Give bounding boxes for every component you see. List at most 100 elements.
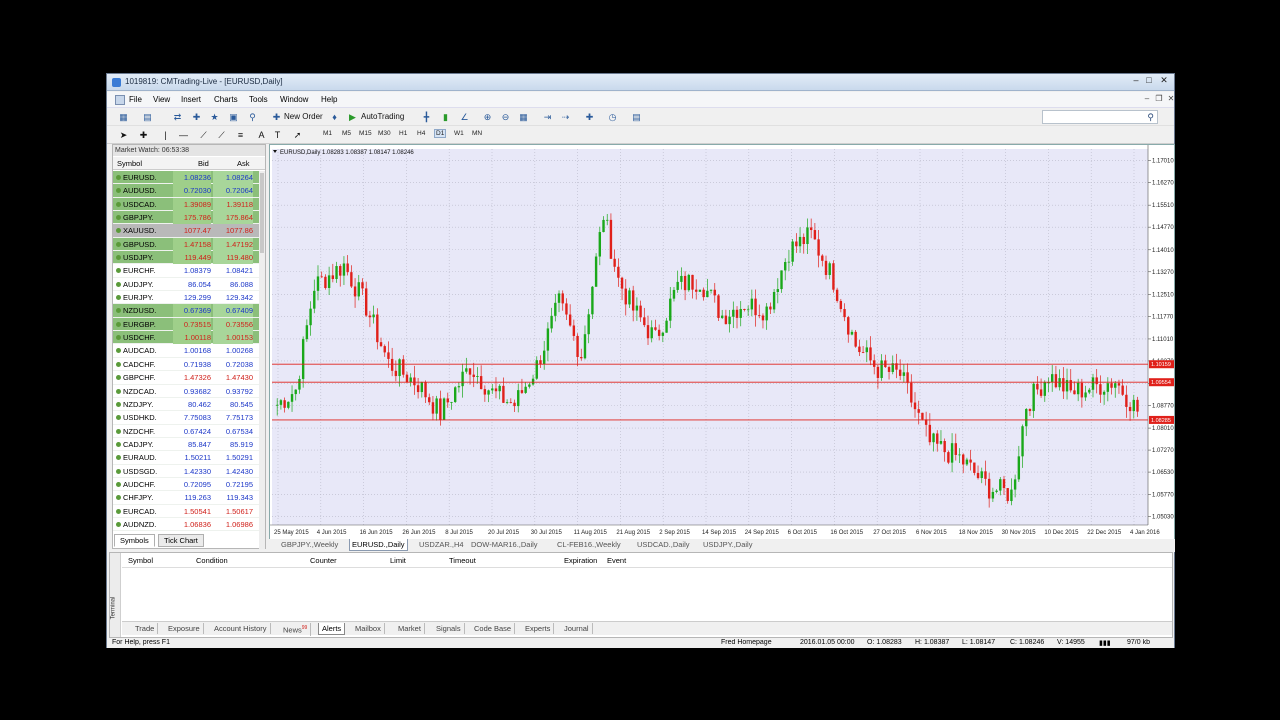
market-watch-row[interactable]: NZDCAD. 0.93682 0.93792: [113, 385, 259, 398]
market-watch-row[interactable]: EURGBP. 0.73515 0.73556: [113, 317, 259, 332]
terminal-tab-account-history[interactable]: Account History: [211, 623, 271, 634]
new-order-icon[interactable]: ✚: [270, 111, 283, 123]
menu-view[interactable]: View: [153, 95, 170, 104]
market-watch-row[interactable]: USDJPY. 119.449 119.480: [113, 251, 259, 265]
market-watch-row[interactable]: AUDUSD. 0.72030 0.72064: [113, 184, 259, 198]
metaeditor-icon[interactable]: ♦: [328, 111, 341, 123]
indicators-icon[interactable]: ✚: [583, 111, 596, 123]
market-watch-row[interactable]: EURUSD. 1.08236 1.08264: [113, 171, 259, 185]
vertical-line-icon[interactable]: |: [159, 129, 172, 141]
menu-charts[interactable]: Charts: [214, 95, 238, 104]
autotrading-icon[interactable]: ▶: [346, 111, 359, 123]
col-expiration[interactable]: Expiration: [564, 555, 597, 567]
chart-tab[interactable]: CL-FEB16.,Weekly: [555, 539, 623, 551]
search-icon[interactable]: ⚲: [1147, 112, 1154, 123]
terminal-tab-journal[interactable]: Journal: [561, 623, 593, 634]
terminal-tab-news[interactable]: News99: [280, 623, 312, 636]
market-watch-row[interactable]: GBPUSD. 1.47158 1.47192: [113, 237, 259, 252]
menu-insert[interactable]: Insert: [181, 95, 201, 104]
market-watch-row[interactable]: EURAUD. 1.50211 1.50291: [113, 451, 259, 465]
col-symbol[interactable]: Symbol: [117, 157, 142, 170]
close-button[interactable]: ✕: [1157, 75, 1171, 87]
col-ask[interactable]: Ask: [237, 157, 250, 170]
market-watch-row[interactable]: GBPJPY. 175.786 175.864: [113, 211, 259, 225]
market-watch-row[interactable]: EURCAD. 1.50541 1.50617: [113, 505, 259, 518]
col-counter[interactable]: Counter: [310, 555, 337, 567]
market-watch-row[interactable]: CADJPY. 85.847 85.919: [113, 438, 259, 452]
market-watch-row[interactable]: CHFJPY. 119.263 119.343: [113, 491, 259, 505]
timeframe-h4[interactable]: H4: [417, 130, 425, 137]
terminal-side-label[interactable]: Terminal: [110, 553, 121, 637]
market-watch-row[interactable]: USDCAD. 1.39089 1.39118: [113, 197, 259, 212]
timeframe-m30[interactable]: M30: [378, 130, 391, 137]
market-watch-row[interactable]: XAUUSD. 1077.47 1077.86: [113, 224, 259, 238]
market-watch-scrollbar[interactable]: [259, 171, 265, 549]
market-watch-row[interactable]: EURJPY. 129.299 129.342: [113, 291, 259, 305]
strategy-tester-icon[interactable]: ⚲: [246, 111, 259, 123]
terminal-tab-exposure[interactable]: Exposure: [165, 623, 204, 634]
crosshair-icon[interactable]: ✚: [137, 129, 150, 141]
market-watch-icon[interactable]: ⇄: [171, 111, 184, 123]
timeframe-w1[interactable]: W1: [454, 130, 464, 137]
trendline-icon[interactable]: ⟋: [197, 129, 210, 141]
fibonacci-icon[interactable]: ≡: [234, 129, 247, 141]
text-icon[interactable]: A: [255, 129, 268, 141]
candlestick-chart[interactable]: 1.17010 1.16270 1.15510 1.14770 1.14010 1.132…: [270, 145, 1175, 542]
market-watch-row[interactable]: USDSGD. 1.42330 1.42430: [113, 465, 259, 478]
data-window-icon[interactable]: ✚: [190, 111, 203, 123]
tile-windows-icon[interactable]: ▦: [517, 111, 530, 123]
terminal-tab-signals[interactable]: Signals: [433, 623, 465, 634]
periods-icon[interactable]: ◷: [606, 111, 619, 123]
autotrading-button[interactable]: AutoTrading: [361, 112, 404, 121]
col-alert-symbol[interactable]: Symbol: [128, 555, 153, 567]
chart-tab[interactable]: DOW-MAR16.,Daily: [469, 539, 540, 551]
chart-tab[interactable]: USDJPY.,Daily: [701, 539, 754, 551]
chart-shift-icon[interactable]: ⇥: [541, 111, 554, 123]
col-condition[interactable]: Condition: [196, 555, 228, 567]
terminal-tab-alerts[interactable]: Alerts: [318, 623, 346, 635]
templates-icon[interactable]: ▤: [630, 111, 643, 123]
timeframe-m15[interactable]: M15: [359, 130, 372, 137]
terminal-tab-code-base[interactable]: Code Base: [471, 623, 516, 634]
tab-symbols[interactable]: Symbols: [114, 534, 155, 547]
cursor-icon[interactable]: ➤: [117, 129, 130, 141]
line-chart-icon[interactable]: ∠: [458, 111, 471, 123]
maximize-button[interactable]: □: [1142, 75, 1156, 87]
timeframe-h1[interactable]: H1: [399, 130, 407, 137]
market-watch-row[interactable]: AUDCHF. 0.72095 0.72195: [113, 478, 259, 492]
timeframe-mn[interactable]: MN: [472, 130, 482, 137]
chart-window[interactable]: 1.17010 1.16270 1.15510 1.14770 1.14010 1.132…: [269, 144, 1175, 542]
col-event[interactable]: Event: [607, 555, 626, 567]
timeframe-d1[interactable]: D1: [434, 129, 447, 138]
terminal-tab-experts[interactable]: Experts: [522, 623, 555, 634]
chart-tab[interactable]: EURUSD.,Daily: [349, 539, 408, 551]
chart-tab[interactable]: USDCAD.,Daily: [635, 539, 692, 551]
search-input[interactable]: ⚲: [1042, 110, 1158, 124]
horizontal-line-icon[interactable]: —: [177, 129, 190, 141]
market-watch-row[interactable]: CADCHF. 0.71938 0.72038: [113, 358, 259, 372]
profiles-icon[interactable]: ▤: [141, 111, 154, 123]
market-watch-row[interactable]: AUDCAD. 1.00168 1.00268: [113, 344, 259, 358]
col-bid[interactable]: Bid: [198, 157, 209, 170]
chart-tab[interactable]: GBPJPY.,Weekly: [279, 539, 340, 551]
tab-tick-chart[interactable]: Tick Chart: [158, 534, 204, 547]
chart-window-menu-icon[interactable]: [115, 95, 125, 105]
terminal-tab-mailbox[interactable]: Mailbox: [352, 623, 385, 634]
market-watch-row[interactable]: USDHKD. 7.75083 7.75173: [113, 411, 259, 425]
market-watch-row[interactable]: NZDCHF. 0.67424 0.67534: [113, 425, 259, 438]
terminal-icon[interactable]: ▣: [227, 111, 240, 123]
mdi-close-button[interactable]: ✕: [1166, 95, 1176, 104]
arrows-icon[interactable]: ➚: [291, 129, 304, 141]
mdi-minimize-button[interactable]: –: [1142, 95, 1152, 104]
market-watch-row[interactable]: NZDJPY. 80.462 80.545: [113, 398, 259, 412]
terminal-tab-market[interactable]: Market: [395, 623, 425, 634]
market-watch-row[interactable]: USDCHF. 1.00118 1.00153: [113, 331, 259, 345]
market-watch-row[interactable]: GBPCHF. 1.47326 1.47430: [113, 371, 259, 385]
chart-tab[interactable]: USDZAR.,H4: [417, 539, 466, 551]
mdi-restore-button[interactable]: ❐: [1154, 95, 1164, 104]
equidistant-channel-icon[interactable]: ⟋: [215, 129, 228, 141]
market-watch-row[interactable]: EURCHF. 1.08379 1.08421: [113, 264, 259, 278]
new-order-button[interactable]: New Order: [284, 112, 323, 121]
market-watch-row[interactable]: AUDJPY. 86.054 86.088: [113, 278, 259, 292]
menu-help[interactable]: Help: [321, 95, 337, 104]
